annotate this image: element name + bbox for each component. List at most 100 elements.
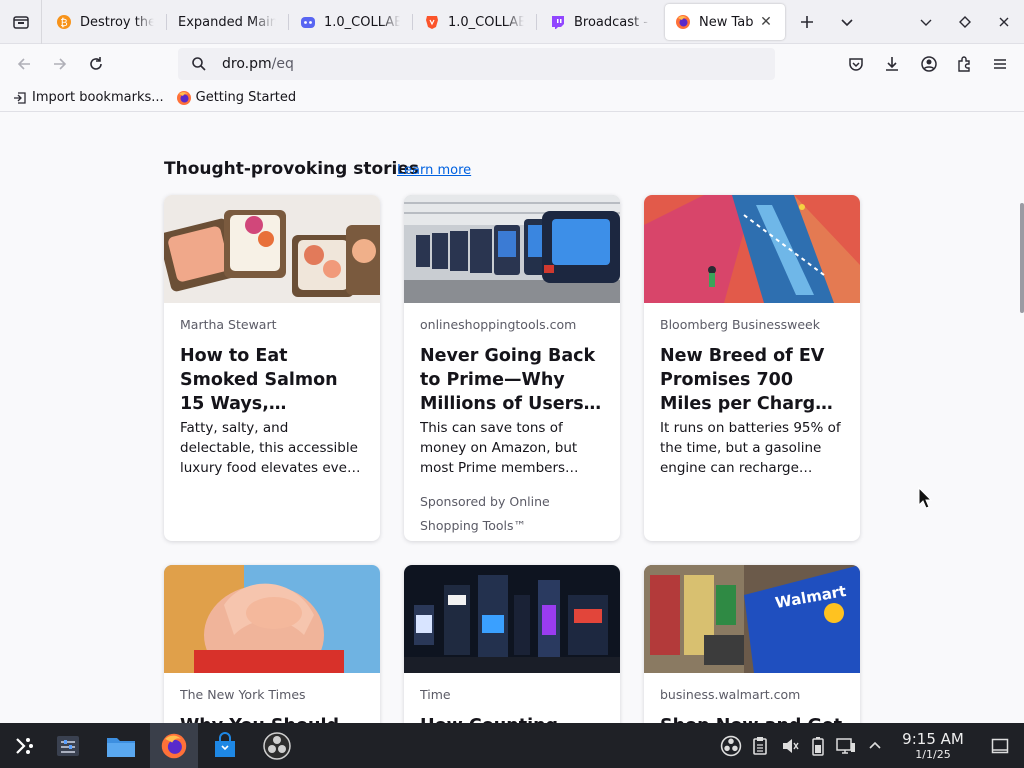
- reload-button[interactable]: [84, 52, 108, 76]
- story-headline: New Breed of EV Promises 700 Miles per C…: [660, 346, 828, 414]
- story-card[interactable]: Bloomberg Businessweek New Breed of EV P…: [644, 195, 860, 541]
- maximize-button[interactable]: [955, 12, 975, 32]
- discord-icon: [300, 14, 316, 30]
- tab-title: New Tab: [699, 14, 754, 30]
- tab-collab-discord[interactable]: 1.0_COLLAB: [290, 4, 410, 40]
- show-desktop-icon: [991, 738, 1009, 753]
- hamburger-menu-icon: [994, 59, 1006, 69]
- close-icon: [999, 17, 1009, 27]
- story-source: onlineshoppingtools.com: [420, 317, 577, 332]
- story-headline: How to Eat Smoked Salmon 15 Ways, Accord…: [180, 346, 338, 414]
- obs-button[interactable]: [253, 723, 301, 768]
- story-excerpt: It runs on batteries 95% of the time, bu…: [660, 420, 841, 476]
- minimize-button[interactable]: [916, 12, 936, 32]
- bitcoin-icon: ₿: [56, 14, 72, 30]
- section-title: Thought-provoking stories: [164, 159, 420, 179]
- launcher-icon: [16, 737, 33, 754]
- url-text[interactable]: dro.pm/eq: [222, 56, 294, 72]
- app-menu-button[interactable]: [988, 52, 1012, 76]
- story-headline: Why You Should: [180, 714, 364, 723]
- account-button[interactable]: [917, 52, 941, 76]
- firefox-taskbar-button[interactable]: [150, 723, 198, 768]
- story-card-sponsored[interactable]: onlineshoppingtools.com Never Going Back…: [404, 195, 620, 541]
- task-manager-button[interactable]: [44, 723, 92, 768]
- app-launcher-button[interactable]: [0, 723, 48, 768]
- address-bar[interactable]: dro.pm/eq: [178, 48, 775, 80]
- back-button[interactable]: [12, 52, 36, 76]
- sliders-icon: [57, 735, 79, 756]
- extensions-button[interactable]: [953, 52, 977, 76]
- battery-icon[interactable]: [812, 736, 824, 756]
- tab-strip: ₿ Destroy the Expanded Main 1.0_COLLAB 1…: [0, 0, 1024, 44]
- clipboard-icon[interactable]: [752, 736, 768, 756]
- story-source: Martha Stewart: [180, 317, 277, 332]
- plus-icon: [801, 16, 813, 28]
- story-source: The New York Times: [180, 687, 306, 702]
- clock-date: 1/1/25: [915, 748, 951, 761]
- story-headline: How Counting Down: [420, 714, 604, 723]
- story-card[interactable]: The New York Times Why You Should: [164, 565, 380, 723]
- tab-separator: [288, 14, 289, 30]
- story-card-sponsored[interactable]: Walmart business.walmart.com Shop Now an…: [644, 565, 860, 723]
- clock[interactable]: 9:15 AM 1/1/25: [896, 731, 970, 762]
- show-desktop-button[interactable]: [976, 723, 1024, 768]
- network-icon[interactable]: [836, 737, 856, 755]
- chevron-down-icon: [920, 19, 932, 26]
- bookmark-label: Getting Started: [195, 90, 297, 105]
- arrow-left-icon: [17, 58, 30, 70]
- diamond-icon: [959, 16, 971, 28]
- bookmark-label: Import bookmarks...: [32, 90, 164, 105]
- volume-muted-icon[interactable]: [780, 736, 800, 756]
- new-tab-page: Thought-provoking stories Learn more Mar…: [0, 113, 1024, 723]
- new-tab-button[interactable]: [797, 12, 817, 32]
- file-manager-button[interactable]: [97, 723, 145, 768]
- close-window-button[interactable]: [994, 12, 1014, 32]
- close-tab-icon[interactable]: ✕: [757, 13, 775, 31]
- downloads-button[interactable]: [880, 52, 904, 76]
- bookmark-getting-started[interactable]: Getting Started: [170, 86, 303, 110]
- story-image-ev-road: [644, 195, 860, 303]
- obs-tray-icon[interactable]: [720, 735, 742, 757]
- tab-destroy[interactable]: ₿ Destroy the: [46, 4, 164, 40]
- tab-title: Expanded Main: [178, 14, 276, 30]
- firefox-view-button[interactable]: [0, 0, 42, 44]
- story-image-times-square: [404, 565, 620, 673]
- pocket-button[interactable]: [844, 52, 868, 76]
- story-excerpt: This can save tons of money on Amazon, b…: [420, 420, 578, 476]
- account-icon: [921, 56, 937, 72]
- bookmark-import[interactable]: Import bookmarks...: [6, 86, 170, 110]
- story-source: Time: [420, 687, 451, 702]
- folder-icon: [107, 737, 135, 757]
- story-excerpt: Fatty, salty, and delectable, this acces…: [180, 420, 361, 476]
- list-all-tabs-button[interactable]: [837, 12, 857, 32]
- brave-icon: [424, 14, 440, 30]
- tab-expanded-main[interactable]: Expanded Main: [168, 4, 286, 40]
- tab-collab-brave[interactable]: 1.0_COLLAB: [414, 4, 534, 40]
- download-icon: [886, 57, 898, 71]
- forward-button[interactable]: [48, 52, 72, 76]
- tab-new-tab[interactable]: New Tab ✕: [665, 4, 785, 40]
- story-source: Bloomberg Businessweek: [660, 317, 820, 332]
- firefox-icon: [161, 733, 187, 758]
- firefox-view-icon: [12, 15, 29, 29]
- url-path: /eq: [271, 56, 294, 72]
- store-button[interactable]: [201, 723, 249, 768]
- tab-broadcast[interactable]: Broadcast - T: [540, 4, 660, 40]
- story-image-vans: [404, 195, 620, 303]
- tab-separator: [166, 14, 167, 30]
- chevron-up-icon[interactable]: [868, 739, 882, 753]
- obs-icon: [263, 731, 291, 760]
- system-tray: [720, 723, 882, 768]
- learn-more-link[interactable]: Learn more: [397, 163, 471, 178]
- search-icon: [190, 55, 208, 73]
- story-card[interactable]: Martha Stewart How to Eat Smoked Salmon …: [164, 195, 380, 541]
- tab-separator: [536, 14, 537, 30]
- tab-title: Broadcast - T: [574, 14, 650, 30]
- tab-title: Destroy the: [80, 14, 154, 30]
- story-card[interactable]: Time How Counting Down: [404, 565, 620, 723]
- tab-separator: [412, 14, 413, 30]
- story-source: business.walmart.com: [660, 687, 801, 702]
- arrow-right-icon: [54, 58, 67, 70]
- navigation-toolbar: dro.pm/eq: [0, 44, 1024, 84]
- page-scrollbar[interactable]: [1020, 203, 1024, 313]
